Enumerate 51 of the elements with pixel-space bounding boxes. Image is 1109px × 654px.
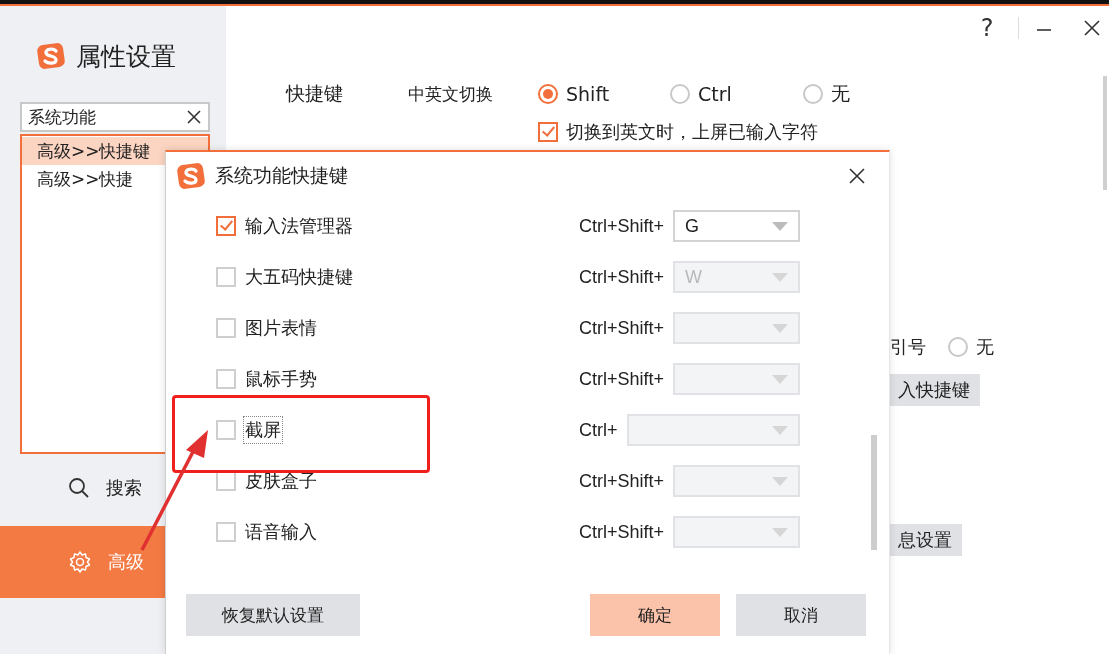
nav-label: 搜索 bbox=[106, 476, 142, 500]
scrollbar[interactable] bbox=[1103, 76, 1107, 190]
gear-icon bbox=[68, 550, 92, 574]
settings-button[interactable]: 息设置 bbox=[890, 524, 962, 556]
modifier-label: Ctrl+Shift+ bbox=[579, 215, 665, 237]
radio-label[interactable]: 无 bbox=[976, 335, 994, 359]
cancel-button[interactable]: 取消 bbox=[736, 594, 866, 636]
reset-button[interactable]: 恢复默认设置 bbox=[186, 594, 360, 636]
close-icon[interactable] bbox=[849, 168, 865, 184]
caret-icon bbox=[772, 323, 788, 333]
search-icon bbox=[68, 477, 90, 499]
modifier-label: Ctrl+Shift+ bbox=[579, 266, 665, 288]
caret-icon bbox=[772, 374, 788, 384]
modifier-label: Ctrl+Shift+ bbox=[579, 317, 665, 339]
caret-icon bbox=[772, 476, 788, 486]
logo-icon bbox=[176, 162, 206, 190]
section-label: 快捷键 bbox=[286, 81, 344, 106]
close-icon[interactable] bbox=[1083, 19, 1101, 37]
caret-icon bbox=[772, 221, 788, 231]
window-title: 属性设置 bbox=[76, 40, 176, 73]
checkbox-label[interactable]: 输入法管理器 bbox=[245, 214, 353, 238]
checkbox[interactable] bbox=[216, 216, 236, 236]
nav-label: 高级 bbox=[108, 550, 144, 574]
modifier-label: Ctrl+Shift+ bbox=[579, 470, 665, 492]
radio-button[interactable] bbox=[670, 84, 690, 104]
modifier-label: Ctrl+ bbox=[579, 419, 618, 441]
caret-icon bbox=[772, 425, 788, 435]
option-label: 中英文切换 bbox=[408, 82, 494, 106]
ok-button[interactable]: 确定 bbox=[590, 594, 720, 636]
checkbox[interactable] bbox=[538, 122, 558, 142]
caret-icon bbox=[772, 527, 788, 537]
radio-label[interactable]: Ctrl bbox=[698, 83, 732, 105]
modifier-label: Ctrl+Shift+ bbox=[579, 521, 665, 543]
logo-icon bbox=[36, 42, 66, 70]
checkbox-label[interactable]: 切换到英文时，上屏已输入字符 bbox=[566, 120, 818, 144]
radio-button[interactable] bbox=[948, 337, 968, 357]
clear-icon[interactable] bbox=[186, 109, 202, 125]
modifier-label: Ctrl+Shift+ bbox=[579, 368, 665, 390]
option-label: 引号 bbox=[890, 335, 926, 359]
search-field[interactable]: 系统功能 bbox=[20, 102, 210, 132]
settings-button[interactable]: 入快捷键 bbox=[890, 374, 980, 406]
radio-button[interactable] bbox=[803, 84, 823, 104]
radio-button[interactable] bbox=[538, 84, 558, 104]
scrollbar[interactable] bbox=[871, 435, 877, 550]
nav-item[interactable]: 搜索 bbox=[0, 458, 226, 518]
caret-icon bbox=[772, 272, 788, 282]
radio-label[interactable]: 无 bbox=[831, 81, 850, 107]
dialog-title: 系统功能快捷键 bbox=[215, 163, 349, 188]
key-dropdown[interactable]: G bbox=[673, 210, 800, 242]
radio-label[interactable]: Shift bbox=[566, 83, 610, 105]
help-button[interactable]: ? bbox=[972, 14, 1002, 42]
